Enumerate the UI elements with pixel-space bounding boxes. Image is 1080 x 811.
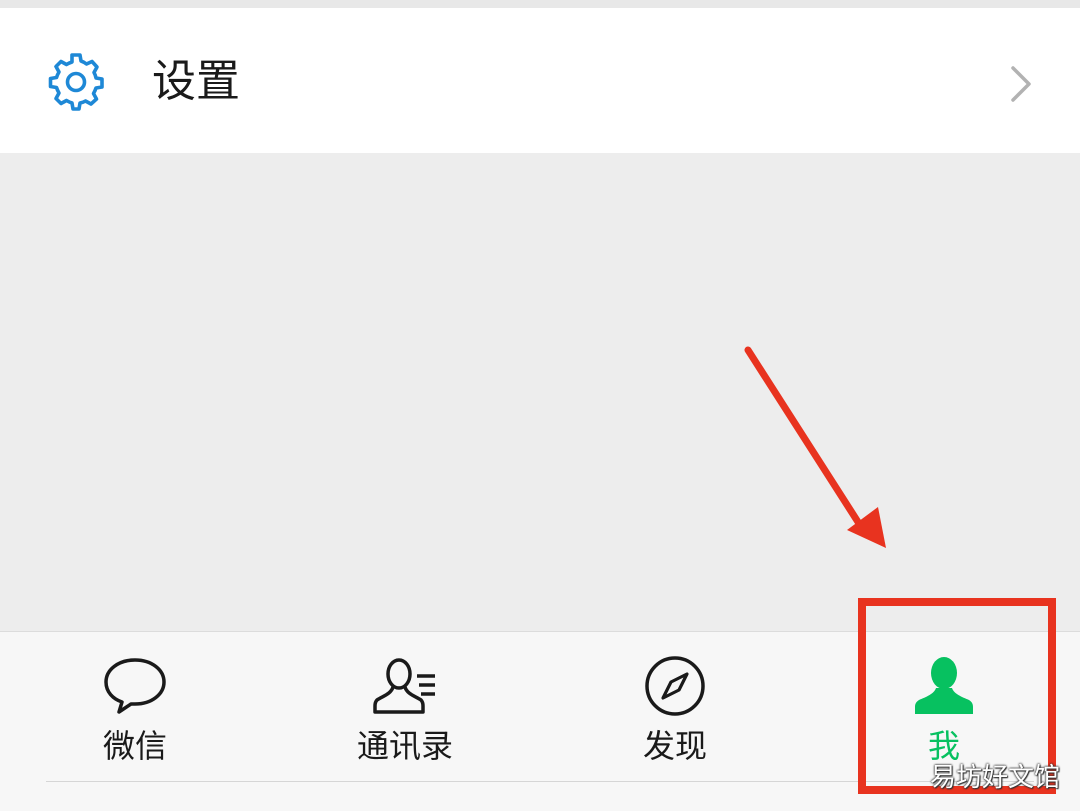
chevron-right-icon [1011, 66, 1031, 102]
watermark-text: 易坊好文馆 [930, 763, 1061, 793]
settings-label: 设置 [152, 56, 240, 107]
tab-chats[interactable]: 微信 [55, 632, 215, 782]
tab-label-chats: 微信 [102, 727, 167, 765]
tab-discover[interactable]: 发现 [595, 632, 755, 782]
gear-icon [48, 53, 104, 111]
top-strip [0, 0, 1080, 8]
chat-bubble-icon [104, 658, 166, 714]
empty-content-area [0, 153, 1080, 631]
compass-icon [645, 656, 705, 716]
tab-label-discover: 发现 [642, 727, 707, 765]
tab-contacts[interactable]: 通讯录 [325, 632, 485, 782]
settings-row[interactable]: 设置 [0, 8, 1080, 153]
tab-label-contacts: 通讯录 [356, 727, 453, 765]
contacts-icon [373, 658, 435, 714]
